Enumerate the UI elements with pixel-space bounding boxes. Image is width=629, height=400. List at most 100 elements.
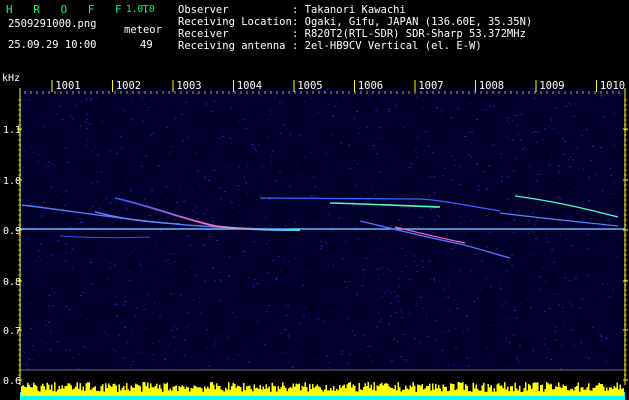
noise-speck xyxy=(514,156,516,158)
noise-speck xyxy=(70,226,72,228)
level-column xyxy=(243,383,245,396)
level-column xyxy=(559,387,561,396)
level-column xyxy=(534,382,536,396)
noise-speck xyxy=(253,146,255,148)
noise-speck xyxy=(438,280,441,282)
noise-speck xyxy=(453,364,456,366)
level-column xyxy=(273,385,275,396)
level-column xyxy=(264,388,266,396)
level-column xyxy=(87,382,89,396)
noise-speck xyxy=(459,270,462,272)
noise-speck xyxy=(550,120,553,122)
noise-speck xyxy=(243,119,246,121)
noise-speck xyxy=(506,199,509,201)
noise-speck xyxy=(486,347,489,348)
noise-speck xyxy=(567,102,570,104)
noise-speck xyxy=(35,260,38,262)
level-column xyxy=(439,388,441,396)
noise-speck xyxy=(131,330,133,332)
noise-speck xyxy=(176,328,178,330)
noise-speck xyxy=(219,271,222,273)
noise-speck xyxy=(555,128,558,130)
noise-speck xyxy=(465,322,468,324)
noise-speck xyxy=(417,321,419,323)
noise-speck xyxy=(386,269,389,271)
noise-speck xyxy=(489,106,492,108)
noise-speck xyxy=(130,366,132,368)
noise-speck xyxy=(358,132,360,134)
noise-speck xyxy=(398,259,400,261)
noise-speck xyxy=(569,103,572,105)
noise-speck xyxy=(493,219,495,221)
level-column xyxy=(376,385,378,396)
level-column xyxy=(604,390,606,396)
noise-speck xyxy=(602,98,605,100)
level-column xyxy=(504,382,506,396)
noise-speck xyxy=(550,156,552,158)
noise-speck xyxy=(319,188,321,190)
noise-speck xyxy=(396,162,399,164)
noise-speck xyxy=(188,261,191,263)
noise-speck xyxy=(21,241,24,243)
noise-speck xyxy=(358,266,361,268)
noise-speck xyxy=(343,281,346,283)
noise-speck xyxy=(256,311,259,313)
level-column xyxy=(57,389,59,396)
noise-speck xyxy=(612,290,614,292)
noise-speck xyxy=(504,274,507,276)
level-column xyxy=(357,391,359,396)
level-column xyxy=(519,385,521,396)
noise-speck xyxy=(65,243,68,245)
noise-speck xyxy=(183,200,186,202)
level-column xyxy=(208,388,210,396)
noise-speck xyxy=(341,325,343,327)
level-column xyxy=(456,389,458,396)
noise-speck xyxy=(535,203,538,204)
noise-speck xyxy=(396,295,398,297)
noise-speck xyxy=(86,127,88,129)
noise-speck xyxy=(425,131,427,132)
noise-speck xyxy=(173,336,175,338)
noise-speck xyxy=(378,126,381,128)
level-column xyxy=(70,385,72,396)
noise-speck xyxy=(91,283,93,285)
noise-speck xyxy=(65,306,68,307)
noise-speck xyxy=(595,174,597,176)
level-column xyxy=(598,382,600,396)
level-column xyxy=(214,389,216,396)
noise-speck xyxy=(85,98,88,100)
level-column xyxy=(427,386,429,396)
level-column xyxy=(417,384,419,396)
noise-speck xyxy=(532,213,534,214)
noise-speck xyxy=(528,280,531,282)
noise-speck xyxy=(528,187,531,189)
noise-speck xyxy=(388,323,390,325)
noise-speck xyxy=(534,295,536,297)
level-column xyxy=(217,386,219,396)
noise-speck xyxy=(297,173,300,174)
noise-speck xyxy=(248,104,251,106)
noise-speck xyxy=(558,304,560,306)
noise-speck xyxy=(32,151,34,153)
level-column xyxy=(304,382,306,396)
noise-speck xyxy=(28,245,31,247)
noise-speck xyxy=(511,254,513,256)
noise-speck xyxy=(22,166,24,168)
noise-speck xyxy=(440,110,442,112)
noise-speck xyxy=(107,249,110,251)
noise-speck xyxy=(227,336,229,338)
noise-speck xyxy=(572,125,574,127)
noise-speck xyxy=(333,159,335,161)
noise-speck xyxy=(260,170,262,172)
noise-speck xyxy=(100,171,102,173)
level-column xyxy=(324,389,326,396)
noise-speck xyxy=(198,297,201,298)
noise-speck xyxy=(116,252,119,254)
noise-speck xyxy=(509,211,511,213)
level-column xyxy=(372,389,374,396)
noise-speck xyxy=(573,116,575,117)
level-column xyxy=(117,391,119,396)
level-column xyxy=(294,386,296,396)
noise-speck xyxy=(614,114,617,116)
noise-speck xyxy=(55,195,57,197)
